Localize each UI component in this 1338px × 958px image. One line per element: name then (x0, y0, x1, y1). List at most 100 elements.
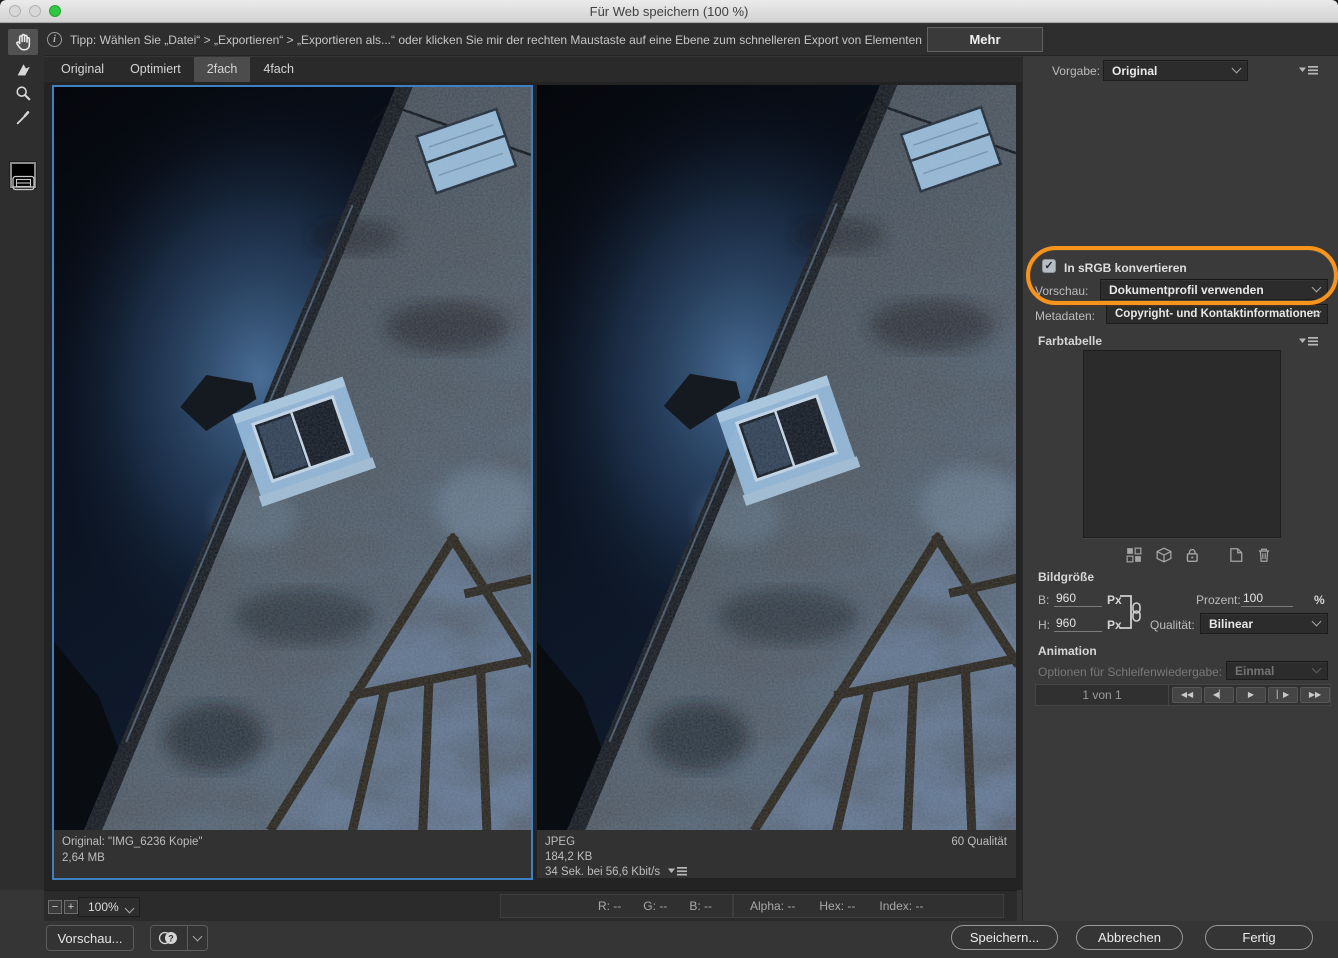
slice-badge-icon (12, 174, 35, 192)
tab-optimiert[interactable]: Optimiert (117, 57, 194, 82)
preview-button[interactable]: Vorschau... (46, 925, 134, 951)
window-title: Für Web speichern (100 %) (0, 4, 1338, 19)
browser-globe-icon: ? (158, 929, 180, 947)
zoom-out-button[interactable]: − (48, 900, 62, 914)
optimized-pane[interactable]: JPEG 184,2 KB 34 Sek. bei 56,6 Kbit/s 60… (537, 85, 1016, 878)
optimized-filesize: 184,2 KB (545, 850, 1008, 865)
color-table[interactable] (1083, 350, 1281, 538)
metadaten-dropdown[interactable]: Copyright- und Kontaktinformationen (1106, 304, 1328, 324)
trash-icon[interactable] (1256, 547, 1272, 563)
loop-options-label: Optionen für Schleifenwiedergabe: (1038, 665, 1222, 679)
preview-tabs: Original Optimiert 2fach 4fach (44, 57, 1022, 82)
quality-dropdown[interactable]: Bilinear (1200, 613, 1328, 634)
tool-palette (0, 24, 44, 890)
alpha-hex-index-readout: Alpha: -- Hex: -- Index: -- (733, 894, 1004, 918)
link-dimensions-icon[interactable] (1118, 589, 1142, 635)
frame-counter: 1 von 1 (1036, 685, 1169, 705)
g-value: -- (659, 899, 667, 913)
height-label: H: (1038, 618, 1050, 632)
metadaten-value: Copyright- und Kontaktinformationen (1115, 308, 1320, 320)
chevron-down-icon (125, 904, 135, 914)
done-button[interactable]: Fertig (1205, 925, 1313, 950)
first-frame-button[interactable]: ◀◀ (1172, 687, 1202, 703)
farbtabelle-title: Farbtabelle (1038, 334, 1102, 348)
dither-colors-icon[interactable] (1126, 547, 1142, 563)
vorschau-value: Dokumentprofil verwenden (1109, 283, 1264, 297)
new-color-icon[interactable] (1228, 547, 1244, 563)
percent-input[interactable]: 100 (1241, 591, 1293, 607)
width-input[interactable]: 960 (1054, 591, 1102, 607)
index-label: Index: (879, 899, 912, 913)
height-input[interactable]: 960 (1054, 616, 1102, 632)
zoom-level-dropdown[interactable]: 100% (78, 897, 140, 917)
more-button[interactable]: Mehr (927, 27, 1043, 52)
browser-select-arrow[interactable] (188, 925, 208, 951)
vorgabe-label: Vorgabe: (1036, 64, 1100, 78)
download-speed-menu-icon[interactable] (668, 866, 688, 876)
websafe-cube-icon[interactable] (1156, 547, 1172, 563)
r-value: -- (613, 899, 621, 913)
slice-select-tool-button[interactable] (8, 56, 38, 82)
rgb-readout: R: -- G: -- B: -- (500, 894, 733, 918)
vorgabe-dropdown[interactable]: Original (1103, 60, 1248, 81)
metadaten-label: Metadaten: (1035, 309, 1095, 323)
vorgabe-menu-icon[interactable] (1299, 65, 1319, 75)
hex-label: Hex: (819, 899, 844, 913)
r-label: R: (598, 899, 610, 913)
optimized-image[interactable] (537, 85, 1016, 830)
percent-unit: % (1314, 593, 1325, 607)
chevron-down-icon (1232, 63, 1242, 73)
animation-title: Animation (1038, 644, 1097, 658)
save-button[interactable]: Speichern... (951, 925, 1058, 950)
eyedropper-icon (15, 109, 32, 126)
alpha-value: -- (787, 899, 795, 913)
footer: Vorschau... ? Speichern... Abbrechen Fer… (0, 921, 1338, 958)
status-bar: − + 100% R: -- G: -- B: -- Alpha: -- Hex… (44, 890, 1017, 921)
hand-tool-button[interactable] (8, 29, 38, 55)
hex-value: -- (847, 899, 855, 913)
chevron-down-icon (1312, 282, 1322, 292)
srgb-label[interactable]: In sRGB konvertieren (1064, 261, 1187, 275)
zoom-tool-button[interactable] (8, 80, 38, 106)
vorschau-dropdown[interactable]: Dokumentprofil verwenden (1100, 279, 1328, 300)
g-label: G: (643, 899, 656, 913)
loop-value: Einmal (1235, 664, 1274, 678)
original-filesize: 2,64 MB (62, 851, 523, 867)
optimized-format: JPEG (545, 835, 1008, 850)
b-value: -- (704, 899, 712, 913)
optimized-quality: 60 Qualität (951, 835, 1007, 850)
cancel-button[interactable]: Abbrechen (1076, 925, 1183, 950)
hand-icon (13, 32, 33, 52)
original-status: Original: "IMG_6236 Kopie" 2,64 MB (54, 830, 531, 878)
tab-original[interactable]: Original (48, 57, 117, 82)
svg-text:?: ? (168, 933, 174, 943)
vorschau-label: Vorschau: (1035, 284, 1088, 298)
save-for-web-dialog: Für Web speichern (100 %) Tipp: Wählen S… (0, 0, 1338, 958)
srgb-checkbox[interactable] (1042, 259, 1056, 273)
original-image[interactable] (54, 87, 531, 830)
magnifier-icon (15, 85, 32, 102)
optimized-status: JPEG 184,2 KB 34 Sek. bei 56,6 Kbit/s 60… (537, 830, 1016, 878)
title-bar: Für Web speichern (100 %) (0, 0, 1338, 23)
lock-color-icon[interactable] (1184, 547, 1200, 563)
previous-frame-button[interactable]: ◀▏ (1204, 687, 1234, 703)
original-pane[interactable]: Original: "IMG_6236 Kopie" 2,64 MB (52, 85, 533, 880)
next-frame-button[interactable]: ▏▶ (1268, 687, 1298, 703)
alpha-label: Alpha: (750, 899, 784, 913)
tip-bar: Tipp: Wählen Sie „Datei“ > „Exportieren“… (0, 24, 1338, 56)
last-frame-button[interactable]: ▶▶ (1300, 687, 1330, 703)
preview-in-browser-button[interactable]: ? (150, 925, 188, 951)
eyedropper-tool-button[interactable] (8, 104, 38, 130)
tab-4fach[interactable]: 4fach (250, 57, 307, 82)
tab-2fach[interactable]: 2fach (194, 57, 251, 82)
width-label: B: (1038, 593, 1049, 607)
b-label: B: (689, 899, 700, 913)
animation-playbar: 1 von 1 ◀◀ ◀▏ ▶ ▏▶ ▶▶ (1035, 684, 1331, 706)
percent-label: Prozent: (1196, 593, 1241, 607)
slice-select-icon (15, 61, 32, 78)
zoom-in-button[interactable]: + (64, 900, 78, 914)
play-button[interactable]: ▶ (1236, 687, 1266, 703)
index-value: -- (915, 899, 923, 913)
toggle-slices-button[interactable] (8, 170, 38, 196)
farbtabelle-menu-icon[interactable] (1299, 336, 1319, 346)
